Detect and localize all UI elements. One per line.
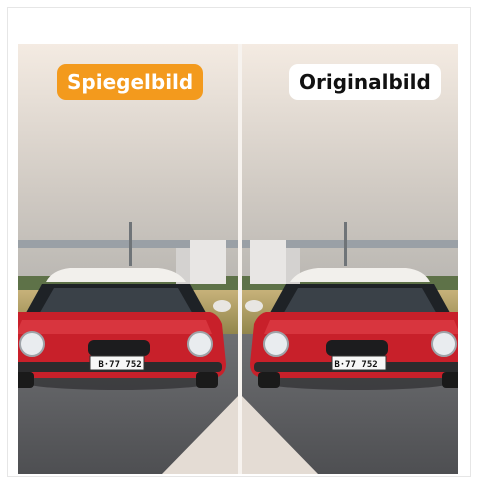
mirror-image-label: Spiegelbild [57,64,204,100]
mirror-half: B·77 752 [18,44,240,474]
plate-text-right: B·77 752 [334,360,377,370]
split-divider [238,44,242,474]
original-image-label: Originalbild [289,64,441,100]
original-half: B·77 752 [240,44,458,474]
photo-svg: B·77 752 B·77 752 [18,44,458,474]
comparison-photo: B·77 752 B·77 752 [18,44,458,474]
plate-text-left: B·77 752 [98,360,141,370]
